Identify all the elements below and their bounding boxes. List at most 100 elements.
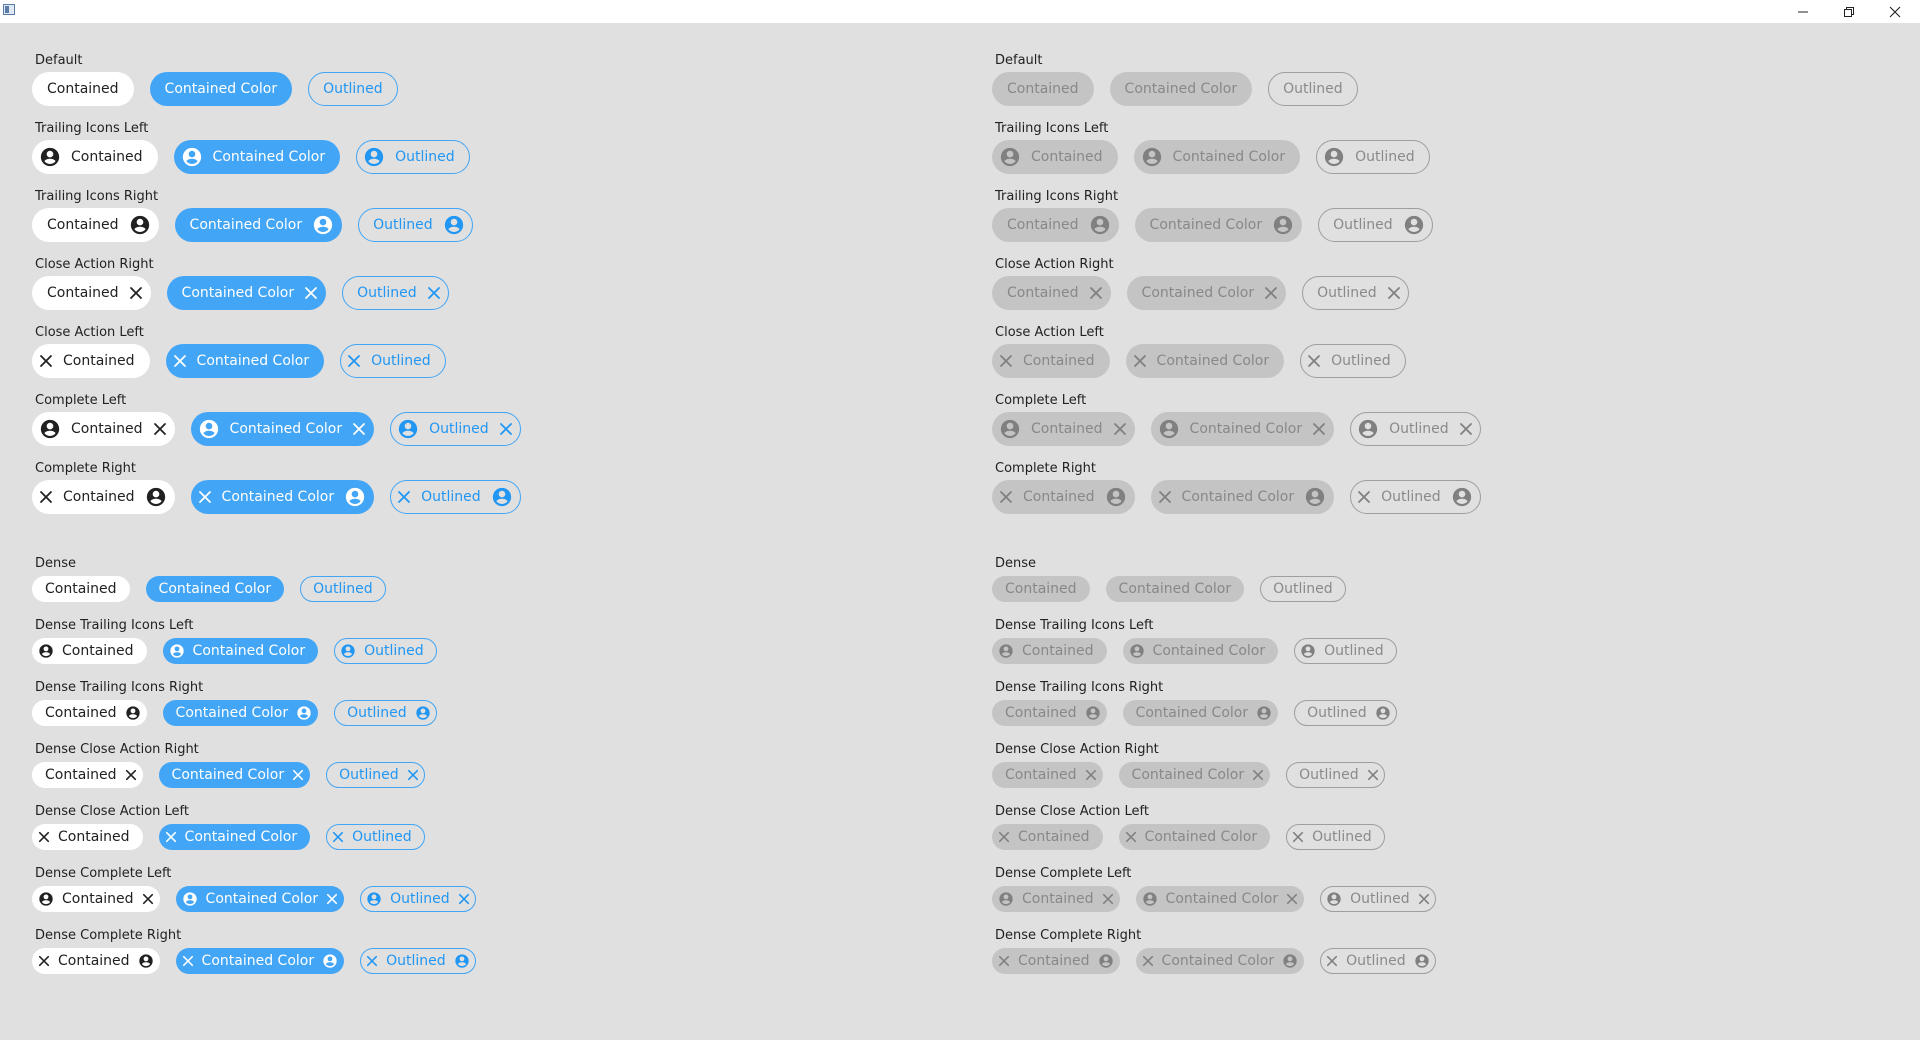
contained-chip[interactable]: Contained	[32, 700, 147, 726]
chip-label: Contained Color	[1181, 489, 1295, 505]
outlined-chip[interactable]: Outlined	[308, 72, 398, 106]
contained-chip: Contained	[992, 72, 1094, 106]
outlined-chip[interactable]: Outlined	[390, 412, 521, 446]
close-icon	[1252, 769, 1264, 781]
contained-chip[interactable]: Contained	[32, 72, 134, 106]
close-icon[interactable]	[173, 354, 187, 368]
close-icon[interactable]	[165, 831, 177, 843]
close-icon[interactable]	[198, 490, 212, 504]
chip-label: Contained	[1023, 353, 1095, 369]
account-circle-icon	[1158, 418, 1180, 440]
color-chip[interactable]: Contained Color	[175, 886, 345, 912]
group-label: Dense	[35, 556, 77, 571]
chip-row: Contained Contained Color Outlined	[32, 276, 449, 310]
contained-chip[interactable]: Contained	[32, 576, 130, 602]
outlined-chip[interactable]: Outlined	[340, 344, 446, 378]
close-icon[interactable]	[304, 286, 318, 300]
account-circle-icon	[397, 418, 419, 440]
outlined-chip[interactable]: Outlined	[390, 480, 521, 514]
group-label: Dense Close Action Left	[35, 804, 190, 819]
color-chip[interactable]: Contained Color	[162, 638, 319, 664]
chip-label: Outlined	[1312, 829, 1372, 845]
color-chip[interactable]: Contained Color	[158, 824, 311, 850]
outlined-chip[interactable]: Outlined	[356, 140, 470, 174]
group-label: Dense Trailing Icons Right	[35, 680, 204, 695]
contained-chip[interactable]: Contained	[32, 276, 151, 310]
contained-chip: Contained	[992, 948, 1120, 974]
close-icon[interactable]	[153, 422, 167, 436]
color-chip: Contained Color	[1134, 208, 1303, 242]
color-chip: Contained Color	[1118, 762, 1271, 788]
color-chip[interactable]: Contained Color	[190, 412, 375, 446]
contained-chip[interactable]: Contained	[32, 344, 150, 378]
close-icon[interactable]	[366, 955, 378, 967]
close-icon[interactable]	[458, 893, 470, 905]
contained-chip[interactable]: Contained	[32, 140, 158, 174]
chip-label: Contained	[62, 643, 134, 659]
close-icon[interactable]	[38, 955, 50, 967]
close-icon	[1459, 422, 1473, 436]
account-circle-icon	[1326, 891, 1342, 907]
color-chip[interactable]: Contained Color	[158, 762, 311, 788]
outlined-chip[interactable]: Outlined	[360, 886, 476, 912]
contained-chip[interactable]: Contained	[32, 208, 159, 242]
close-icon[interactable]	[182, 955, 194, 967]
close-icon[interactable]	[347, 354, 361, 368]
close-icon[interactable]	[326, 893, 338, 905]
contained-chip: Contained	[992, 700, 1107, 726]
close-window-button[interactable]	[1872, 0, 1918, 23]
contained-chip[interactable]: Contained	[32, 762, 143, 788]
chip-label: Outlined	[1324, 643, 1384, 659]
outlined-chip[interactable]: Outlined	[334, 638, 437, 664]
close-icon[interactable]	[142, 893, 154, 905]
color-chip[interactable]: Contained Color	[175, 948, 345, 974]
chip-label: Contained	[71, 421, 143, 437]
chip-row: Contained Contained Color Outlined	[32, 344, 446, 378]
color-chip[interactable]: Contained Color	[149, 72, 293, 106]
color-chip[interactable]: Contained Color	[173, 140, 341, 174]
close-icon	[1387, 286, 1401, 300]
close-icon[interactable]	[38, 831, 50, 843]
close-icon[interactable]	[397, 490, 411, 504]
outlined-chip[interactable]: Outlined	[326, 762, 425, 788]
chip-label: Contained Color	[201, 953, 315, 969]
chip-label: Contained	[63, 353, 135, 369]
close-icon[interactable]	[129, 286, 143, 300]
outlined-chip[interactable]: Outlined	[358, 208, 473, 242]
color-chip[interactable]: Contained Color	[166, 276, 327, 310]
close-icon[interactable]	[352, 422, 366, 436]
color-chip[interactable]: Contained Color	[145, 576, 285, 602]
outlined-chip[interactable]: Outlined	[326, 824, 425, 850]
close-icon[interactable]	[332, 831, 344, 843]
close-icon[interactable]	[427, 286, 441, 300]
contained-chip[interactable]: Contained	[32, 886, 160, 912]
chip-label: Contained Color	[196, 353, 310, 369]
color-chip[interactable]: Contained Color	[165, 344, 325, 378]
minimize-button[interactable]	[1780, 0, 1826, 23]
outlined-chip[interactable]: Outlined	[342, 276, 449, 310]
close-icon	[1292, 831, 1304, 843]
account-circle-icon	[999, 146, 1021, 168]
outlined-chip[interactable]: Outlined	[334, 700, 437, 726]
color-chip[interactable]: Contained Color	[190, 480, 375, 514]
close-icon[interactable]	[407, 769, 419, 781]
close-icon[interactable]	[125, 769, 137, 781]
contained-chip[interactable]: Contained	[32, 824, 143, 850]
contained-chip[interactable]: Contained	[32, 412, 175, 446]
chip-row: Contained Contained Color Outlined	[992, 576, 1346, 602]
close-icon[interactable]	[39, 490, 53, 504]
outlined-chip[interactable]: Outlined	[300, 576, 386, 602]
contained-chip[interactable]: Contained	[32, 948, 160, 974]
close-icon[interactable]	[39, 354, 53, 368]
restore-button[interactable]	[1826, 0, 1872, 23]
chip-label: Contained Color	[1149, 217, 1263, 233]
close-icon[interactable]	[499, 422, 513, 436]
close-icon[interactable]	[292, 769, 304, 781]
contained-chip[interactable]: Contained	[32, 638, 147, 664]
color-chip: Contained Color	[1135, 886, 1305, 912]
contained-chip[interactable]: Contained	[32, 480, 175, 514]
outlined-chip[interactable]: Outlined	[360, 948, 476, 974]
outlined-chip: Outlined	[1320, 886, 1436, 912]
color-chip[interactable]: Contained Color	[162, 700, 319, 726]
color-chip[interactable]: Contained Color	[174, 208, 343, 242]
